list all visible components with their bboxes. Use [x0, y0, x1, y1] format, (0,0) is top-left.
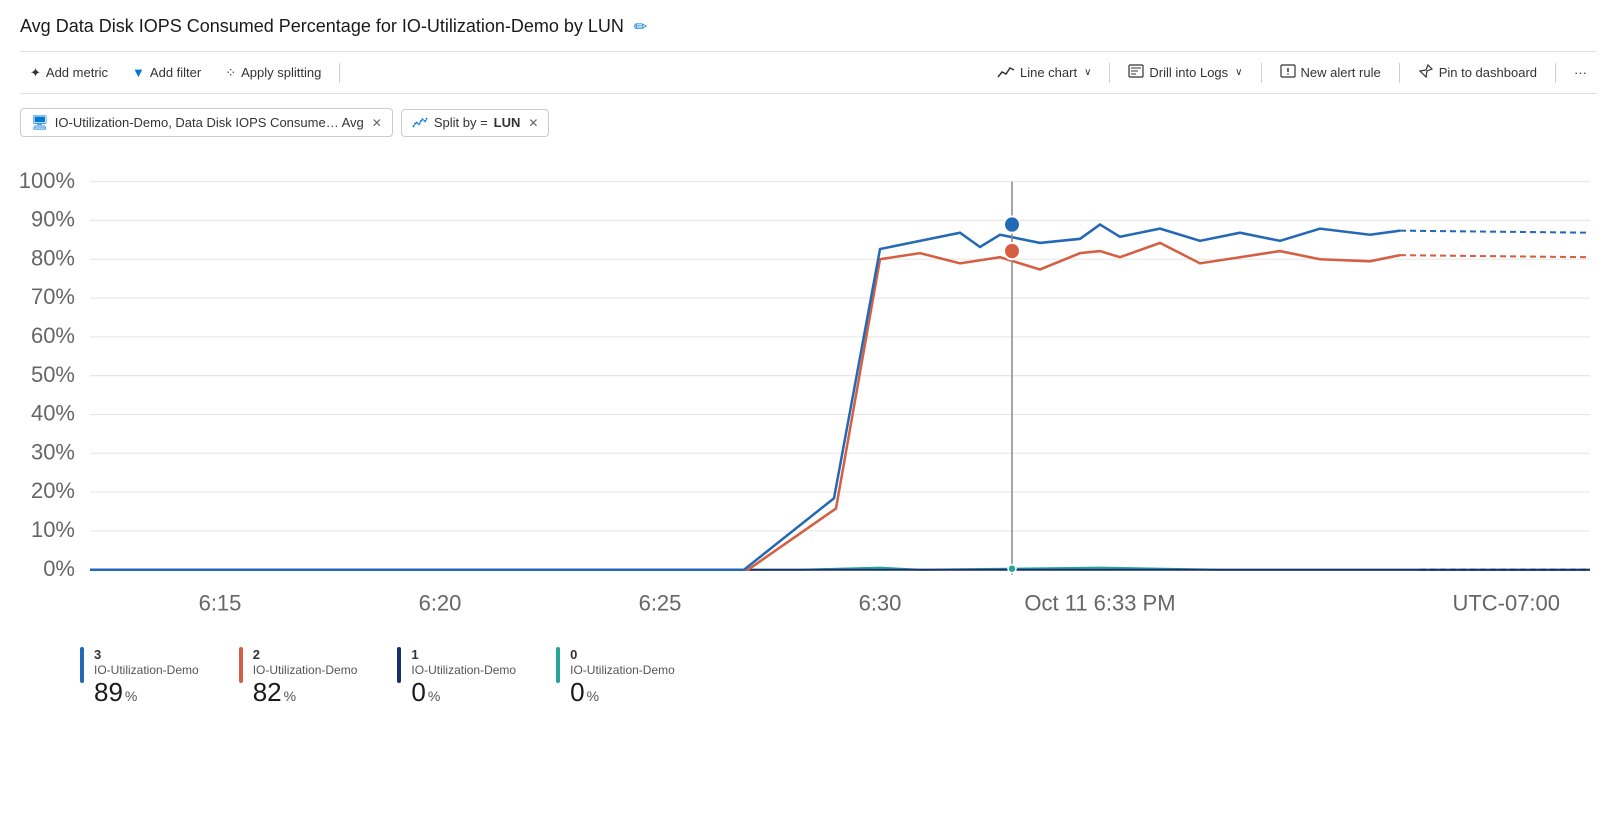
- split-pill-prefix: Split by =: [434, 115, 488, 130]
- split-pill-value: LUN: [494, 115, 521, 130]
- title-row: Avg Data Disk IOPS Consumed Percentage f…: [20, 16, 1597, 37]
- add-filter-label: Add filter: [150, 65, 201, 80]
- svg-text:40%: 40%: [31, 400, 75, 425]
- metric-filter-pill[interactable]: 🖥 IO-Utilization-Demo, Data Disk IOPS Co…: [20, 108, 393, 137]
- line-chart-chevron: ∨: [1084, 67, 1091, 78]
- svg-text:80%: 80%: [31, 245, 75, 270]
- legend-pct-1: %: [428, 688, 440, 704]
- metric-pill-text: IO-Utilization-Demo, Data Disk IOPS Cons…: [55, 115, 364, 130]
- svg-text:90%: 90%: [31, 206, 75, 231]
- new-alert-rule-button[interactable]: New alert rule: [1270, 58, 1391, 87]
- svg-text:10%: 10%: [31, 517, 75, 542]
- legend-pct-0: %: [587, 688, 599, 704]
- legend-num-0: 0: [570, 647, 675, 662]
- add-metric-icon: ✦: [30, 65, 41, 81]
- legend-name-3: IO-Utilization-Demo: [94, 663, 199, 677]
- add-filter-icon: ▼: [132, 65, 145, 80]
- legend-num-1: 1: [411, 647, 516, 662]
- legend-bar-1: [397, 647, 401, 683]
- legend-name-2: IO-Utilization-Demo: [253, 663, 358, 677]
- toolbar-divider-5: [1555, 63, 1556, 83]
- legend-name-1: IO-Utilization-Demo: [411, 663, 516, 677]
- svg-text:0%: 0%: [43, 556, 75, 581]
- svg-text:50%: 50%: [31, 362, 75, 387]
- pin-to-dashboard-button[interactable]: Pin to dashboard: [1408, 58, 1547, 87]
- legend-pct-3: %: [125, 688, 137, 704]
- svg-text:6:20: 6:20: [419, 590, 462, 615]
- drill-logs-icon: [1128, 64, 1144, 81]
- toolbar-divider-1: [339, 63, 340, 83]
- more-icon: ···: [1574, 65, 1587, 80]
- drill-into-logs-button[interactable]: Drill into Logs ∨: [1118, 59, 1252, 86]
- new-alert-rule-label: New alert rule: [1301, 65, 1381, 80]
- page-title: Avg Data Disk IOPS Consumed Percentage f…: [20, 16, 624, 37]
- metric-pill-icon: 🖥: [31, 114, 49, 131]
- apply-splitting-label: Apply splitting: [241, 65, 321, 80]
- legend-item-2: 2 IO-Utilization-Demo 82 %: [239, 647, 358, 708]
- svg-text:100%: 100%: [20, 168, 75, 193]
- line-chart-icon: [997, 64, 1015, 81]
- edit-title-icon[interactable]: ✏: [634, 17, 647, 37]
- legend-value-1: 0: [411, 677, 425, 708]
- drill-logs-chevron: ∨: [1235, 67, 1242, 78]
- legend-num-2: 2: [253, 647, 358, 662]
- toolbar-divider-2: [1109, 63, 1110, 83]
- split-pill-close[interactable]: ✕: [528, 116, 538, 130]
- add-metric-label: Add metric: [46, 65, 108, 80]
- legend-name-0: IO-Utilization-Demo: [570, 663, 675, 677]
- apply-splitting-icon: ⁘: [225, 65, 236, 81]
- apply-splitting-button[interactable]: ⁘ Apply splitting: [215, 60, 331, 86]
- line-chart-label: Line chart: [1020, 65, 1077, 80]
- svg-text:60%: 60%: [31, 323, 75, 348]
- svg-text:70%: 70%: [31, 284, 75, 309]
- filters-row: 🖥 IO-Utilization-Demo, Data Disk IOPS Co…: [20, 108, 1597, 137]
- legend-num-3: 3: [94, 647, 199, 662]
- svg-text:20%: 20%: [31, 478, 75, 503]
- toolbar-divider-3: [1261, 63, 1262, 83]
- legend-bar-2: [239, 647, 243, 683]
- legend-value-0: 0: [570, 677, 584, 708]
- line-chart-button[interactable]: Line chart ∨: [987, 59, 1101, 86]
- legend-row: 3 IO-Utilization-Demo 89 % 2 IO-Utilizat…: [20, 631, 1597, 708]
- metric-pill-close[interactable]: ✕: [372, 116, 382, 130]
- alert-icon: [1280, 63, 1296, 82]
- svg-text:6:15: 6:15: [199, 590, 242, 615]
- drill-into-logs-label: Drill into Logs: [1149, 65, 1228, 80]
- svg-text:6:25: 6:25: [639, 590, 682, 615]
- svg-text:UTC-07:00: UTC-07:00: [1452, 590, 1560, 615]
- toolbar: ✦ Add metric ▼ Add filter ⁘ Apply splitt…: [20, 51, 1597, 94]
- svg-text:30%: 30%: [31, 439, 75, 464]
- split-pill-icon: [412, 115, 428, 131]
- chart-svg: .grid-line { stroke: #e5e5e5; stroke-wid…: [20, 151, 1597, 631]
- legend-pct-2: %: [284, 688, 296, 704]
- chart-area: .grid-line { stroke: #e5e5e5; stroke-wid…: [20, 151, 1597, 631]
- pin-to-dashboard-label: Pin to dashboard: [1439, 65, 1537, 80]
- legend-item-1: 1 IO-Utilization-Demo 0 %: [397, 647, 516, 708]
- add-filter-button[interactable]: ▼ Add filter: [122, 60, 211, 85]
- split-filter-pill[interactable]: Split by = LUN ✕: [401, 109, 550, 137]
- add-metric-button[interactable]: ✦ Add metric: [20, 60, 118, 86]
- legend-value-2: 82: [253, 677, 282, 708]
- legend-item-0: 0 IO-Utilization-Demo 0 %: [556, 647, 675, 708]
- toolbar-divider-4: [1399, 63, 1400, 83]
- svg-text:6:30: 6:30: [859, 590, 902, 615]
- svg-text:Oct 11 6:33 PM: Oct 11 6:33 PM: [1024, 590, 1175, 615]
- legend-bar-3: [80, 647, 84, 683]
- toolbar-right: Line chart ∨ Drill into Logs ∨ New alert…: [987, 58, 1597, 87]
- legend-bar-0: [556, 647, 560, 683]
- legend-item-3: 3 IO-Utilization-Demo 89 %: [80, 647, 199, 708]
- legend-value-3: 89: [94, 677, 123, 708]
- more-options-button[interactable]: ···: [1564, 60, 1597, 85]
- pin-icon: [1418, 63, 1434, 82]
